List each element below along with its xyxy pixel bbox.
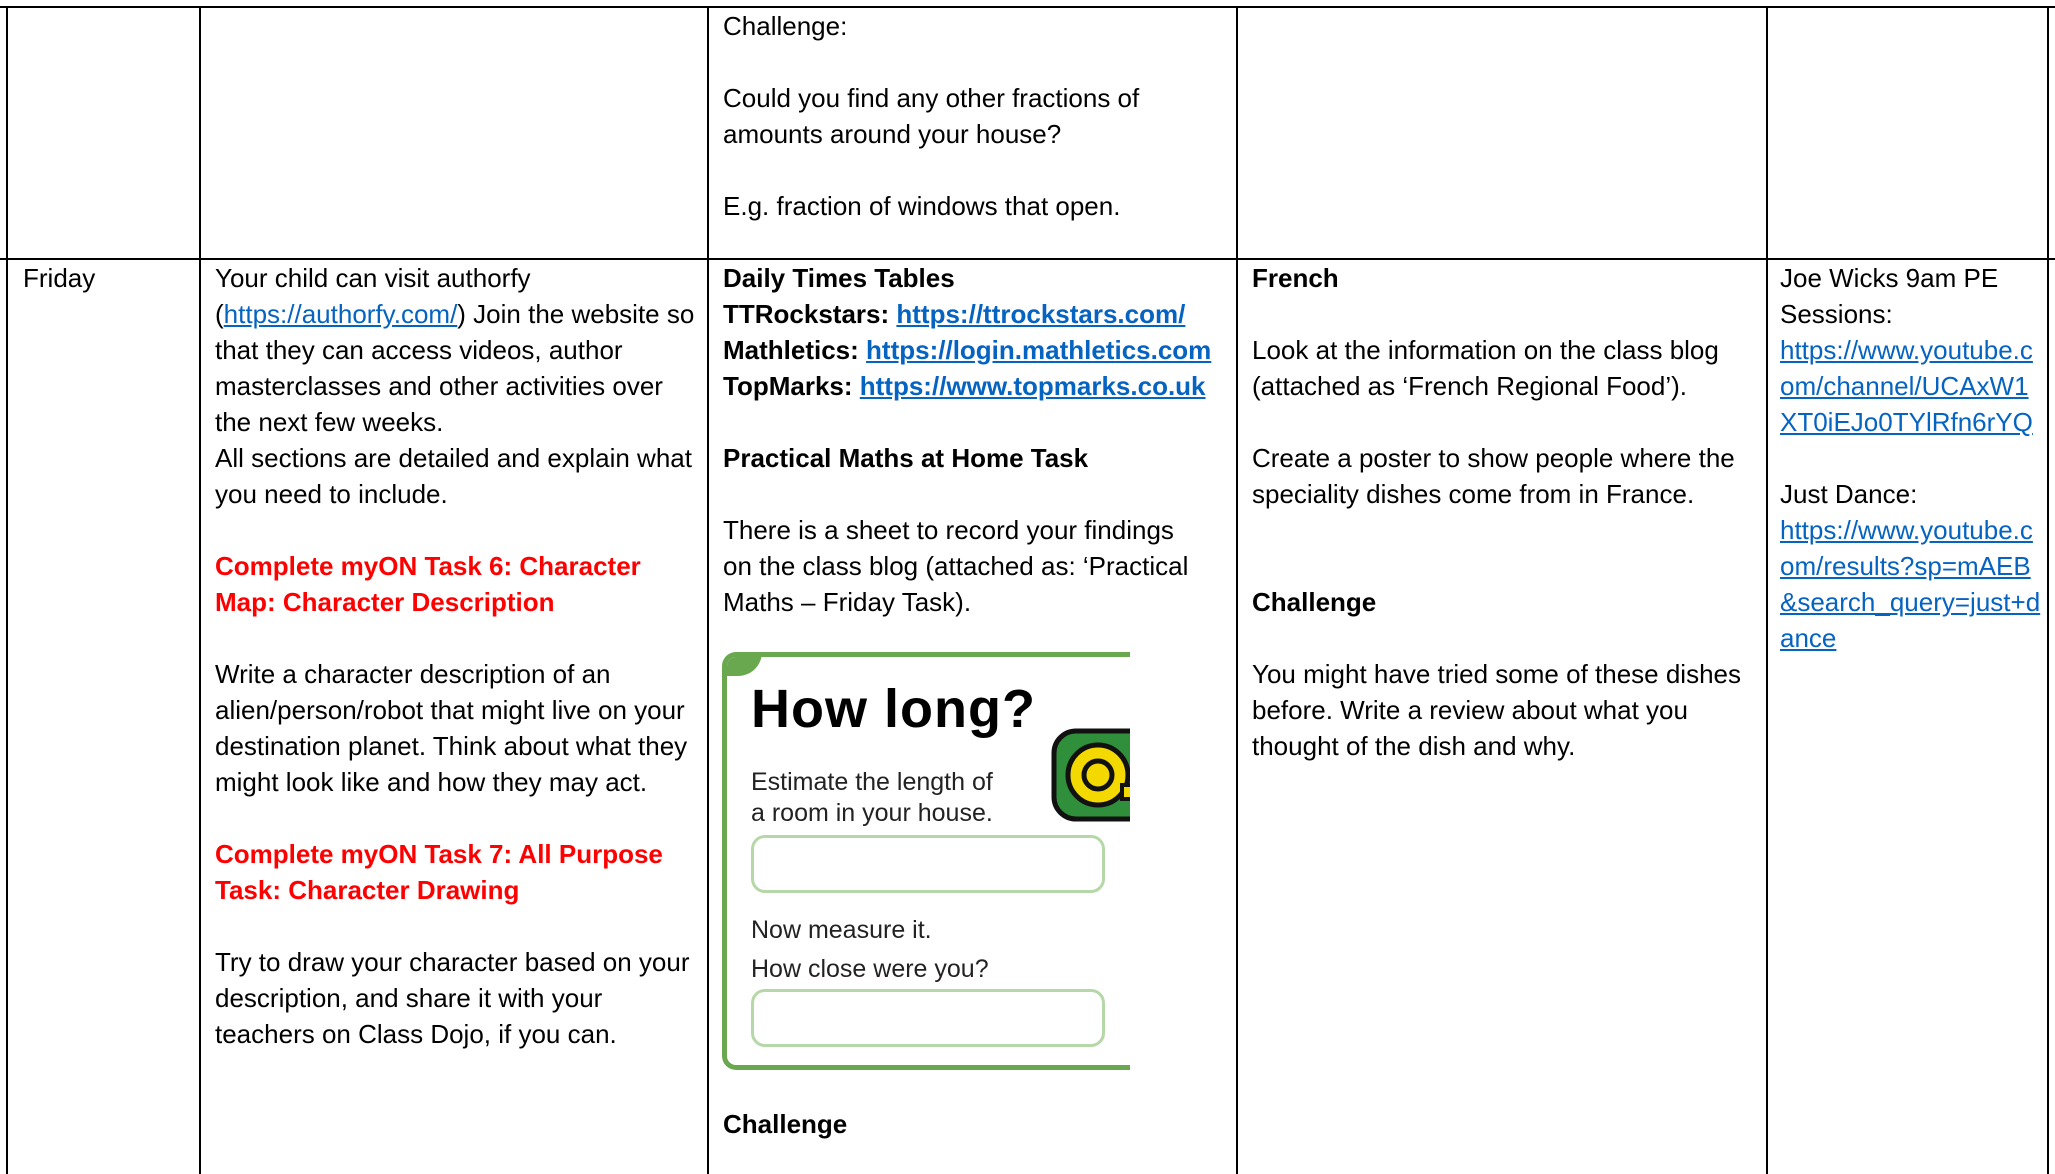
topmarks-label: TopMarks: <box>723 371 853 401</box>
authorfy-intro: Your child can visit authorfy (https://a… <box>215 260 697 440</box>
french-body-2: Create a poster to show people where the… <box>1252 443 1735 509</box>
mathletics-label: Mathletics: <box>723 335 859 365</box>
worksheet-corner-decoration <box>727 657 762 676</box>
task7-heading: Complete myON Task 7: All Purpose Task: … <box>215 839 663 905</box>
column-divider <box>1766 6 1768 1174</box>
task6-body: Write a character description of an alie… <box>215 659 688 797</box>
english-cell: Your child can visit authorfy (https://a… <box>215 260 697 1052</box>
practical-body: There is a sheet to record your findings… <box>723 515 1189 617</box>
tape-measure-icon <box>1051 728 1130 822</box>
task7-body: Try to draw your character based on your… <box>215 947 690 1049</box>
worksheet-close-text: How close were you? <box>751 955 989 983</box>
french-challenge-body: You might have tried some of these dishe… <box>1252 659 1741 761</box>
practical-heading: Practical Maths at Home Task <box>723 443 1089 473</box>
just-dance-label: Just Dance: <box>1780 479 1918 509</box>
challenge-example: E.g. fraction of windows that open. <box>723 191 1121 221</box>
mathletics-line: Mathletics: https://login.mathletics.com <box>723 332 1229 368</box>
joe-wicks-link[interactable]: https://www.youtube.com/channel/UCAxW1XT… <box>1780 335 2033 437</box>
just-dance-link[interactable]: https://www.youtube.com/results?sp=mAEB&… <box>1780 515 2040 653</box>
times-tables-heading: Daily Times Tables <box>723 263 955 293</box>
column-divider <box>199 6 201 1174</box>
french-challenge-heading: Challenge <box>1252 587 1377 617</box>
joe-wicks-label: Joe Wicks 9am PE Sessions: <box>1780 263 1999 329</box>
french-heading: French <box>1252 263 1339 293</box>
column-divider <box>1236 6 1238 1174</box>
topmarks-link[interactable]: https://www.topmarks.co.uk <box>860 371 1206 401</box>
task6-heading: Complete myON Task 6: Character Map: Cha… <box>215 551 641 617</box>
pe-cell: Joe Wicks 9am PE Sessions: https://www.y… <box>1780 260 2042 656</box>
worksheet-title: How long? <box>751 679 1036 739</box>
maths-challenge-heading: Challenge <box>723 1109 848 1139</box>
topmarks-line: TopMarks: https://www.topmarks.co.uk <box>723 368 1229 404</box>
authorfy-detail: All sections are detailed and explain wh… <box>215 443 692 509</box>
ttrockstars-link[interactable]: https://ttrockstars.com/ <box>896 299 1185 329</box>
table-border-right <box>2047 6 2049 1174</box>
how-long-worksheet: How long? Estimate the length of a room … <box>722 652 1130 1070</box>
mathletics-link[interactable]: https://login.mathletics.com <box>866 335 1211 365</box>
maths-challenge: Challenge <box>723 1106 1223 1142</box>
worksheet-measure-text: Now measure it. <box>751 916 932 944</box>
challenge-label: Challenge: <box>723 11 848 41</box>
day-label: Friday <box>23 263 96 293</box>
authorfy-link[interactable]: https://authorfy.com/ <box>224 299 458 329</box>
estimate-answer-box <box>751 835 1105 893</box>
worksheet-estimate-text: Estimate the length of a room in your ho… <box>751 768 993 827</box>
column-divider <box>707 6 709 1174</box>
close-answer-box <box>751 989 1105 1047</box>
top-maths-cell: Challenge: Could you find any other frac… <box>723 8 1223 224</box>
ttrockstars-line: TTRockstars: https://ttrockstars.com/ <box>723 296 1229 332</box>
maths-cell: Daily Times Tables TTRockstars: https://… <box>723 260 1229 620</box>
challenge-question: Could you find any other fractions of am… <box>723 83 1140 149</box>
french-body-1: Look at the information on the class blo… <box>1252 335 1719 401</box>
day-cell: Friday <box>23 260 193 296</box>
french-cell: French Look at the information on the cl… <box>1252 260 1760 764</box>
table-border-left <box>6 6 8 1174</box>
ttrockstars-label: TTRockstars: <box>723 299 890 329</box>
